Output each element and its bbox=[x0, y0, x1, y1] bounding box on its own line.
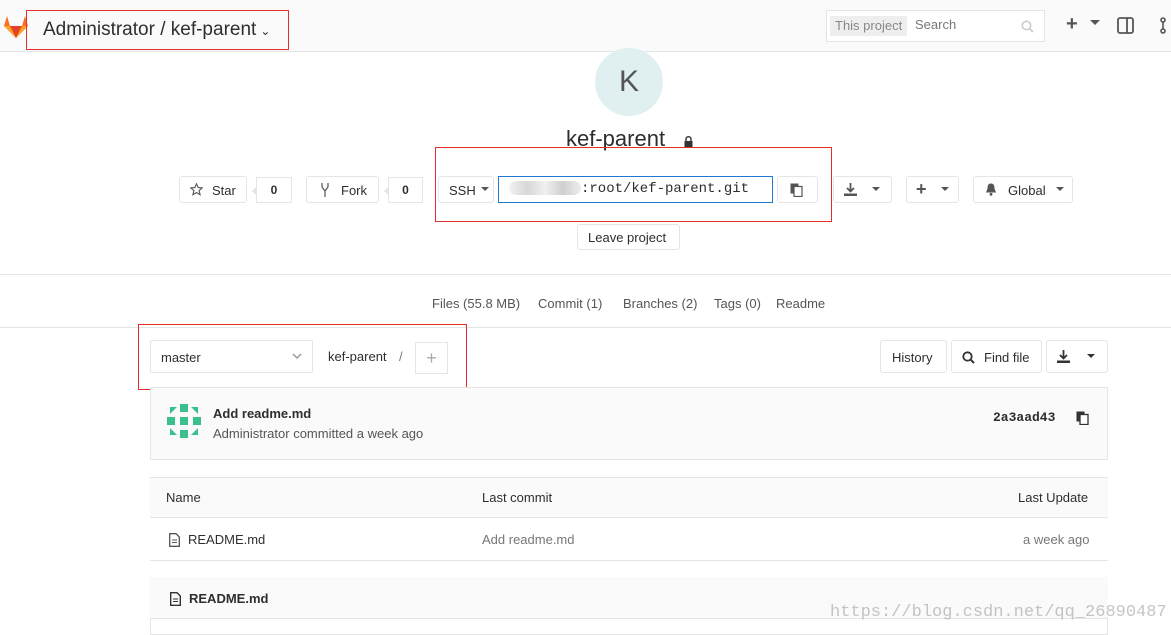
caret-down-icon bbox=[481, 187, 489, 191]
star-label: Star bbox=[212, 183, 236, 198]
column-header-last-commit: Last commit bbox=[482, 490, 553, 505]
file-name-link[interactable]: README.md bbox=[188, 532, 265, 547]
project-breadcrumb-title[interactable]: Administrator / kef-parent ⌄ bbox=[43, 19, 270, 41]
plus-icon: + bbox=[916, 179, 927, 199]
merge-request-icon[interactable] bbox=[1160, 17, 1171, 34]
file-icon bbox=[169, 533, 180, 547]
nav-readme[interactable]: Readme bbox=[776, 296, 825, 311]
breadcrumb-text: Administrator / kef-parent bbox=[43, 19, 257, 40]
nav-files[interactable]: Files (55.8 MB) bbox=[432, 296, 520, 311]
caret-down-icon bbox=[1056, 187, 1064, 191]
notification-dropdown[interactable]: Global bbox=[973, 176, 1073, 203]
watermark-text: https://blog.csdn.net/qq_26890487 bbox=[830, 603, 1167, 622]
protocol-dropdown[interactable]: SSH bbox=[438, 176, 494, 203]
divider bbox=[0, 274, 1171, 275]
star-count[interactable]: 0 bbox=[252, 177, 292, 203]
clone-url-input[interactable]: :root/kef-parent.git bbox=[498, 176, 773, 203]
clipboard-icon bbox=[790, 183, 803, 197]
search-scope-badge: This project bbox=[830, 16, 908, 36]
fork-count[interactable]: 0 bbox=[384, 177, 423, 203]
history-button[interactable]: History bbox=[880, 340, 947, 373]
protocol-label: SSH bbox=[449, 183, 476, 198]
file-last-update: a week ago bbox=[1023, 532, 1090, 547]
clipboard-icon[interactable] bbox=[1076, 411, 1089, 425]
new-item-dropdown[interactable]: + bbox=[906, 176, 959, 203]
column-header-name: Name bbox=[166, 490, 201, 505]
plus-icon: + bbox=[426, 348, 437, 368]
download-dropdown[interactable] bbox=[1046, 340, 1108, 373]
copy-url-button[interactable] bbox=[777, 176, 818, 203]
top-navbar: Administrator / kef-parent ⌄ This project… bbox=[0, 0, 1171, 52]
new-item-plus-icon[interactable]: + bbox=[1066, 13, 1078, 36]
search-icon bbox=[1021, 20, 1034, 33]
search-box[interactable]: This project Search bbox=[826, 10, 1045, 42]
star-button[interactable]: Star bbox=[179, 176, 247, 203]
caret-down-icon[interactable] bbox=[1090, 20, 1100, 25]
download-dropdown[interactable] bbox=[833, 176, 892, 203]
file-table-header bbox=[150, 477, 1108, 518]
chevron-down-icon: ⌄ bbox=[260, 24, 271, 38]
caret-down-icon bbox=[1087, 354, 1095, 358]
readme-title[interactable]: README.md bbox=[189, 591, 268, 606]
highlight-box-title: Administrator / kef-parent ⌄ bbox=[26, 10, 289, 50]
nav-tags[interactable]: Tags (0) bbox=[714, 296, 761, 311]
clone-url-path: :root/kef-parent.git bbox=[581, 181, 750, 197]
find-file-button[interactable]: Find file bbox=[951, 340, 1042, 373]
table-row bbox=[150, 518, 1108, 561]
branch-select[interactable]: master bbox=[150, 340, 313, 373]
lock-icon bbox=[684, 136, 693, 147]
download-icon bbox=[844, 183, 857, 196]
author-identicon-icon[interactable] bbox=[167, 404, 201, 438]
sidebar-toggle-icon[interactable] bbox=[1117, 17, 1134, 34]
search-icon bbox=[962, 351, 975, 364]
fork-button[interactable]: Fork bbox=[306, 176, 379, 203]
leave-project-button[interactable]: Leave project bbox=[577, 224, 680, 250]
last-commit-panel bbox=[150, 387, 1108, 460]
find-file-label: Find file bbox=[984, 350, 1030, 365]
fork-label: Fork bbox=[341, 183, 367, 198]
nav-branches[interactable]: Branches (2) bbox=[623, 296, 697, 311]
branch-name: master bbox=[161, 350, 201, 365]
column-header-last-update: Last Update bbox=[1018, 490, 1089, 505]
history-label: History bbox=[892, 350, 933, 365]
notification-level: Global bbox=[1008, 183, 1046, 198]
redacted-host bbox=[509, 181, 581, 196]
add-file-button[interactable]: + bbox=[415, 342, 448, 374]
path-separator: / bbox=[399, 349, 403, 364]
leave-project-label: Leave project bbox=[588, 230, 667, 245]
nav-commit[interactable]: Commit (1) bbox=[538, 296, 602, 311]
caret-down-icon bbox=[941, 187, 949, 191]
star-icon bbox=[190, 183, 203, 196]
chevron-down-icon bbox=[292, 353, 302, 360]
bell-icon bbox=[986, 183, 996, 196]
file-icon bbox=[170, 592, 181, 606]
project-avatar: K bbox=[595, 48, 663, 116]
caret-down-icon bbox=[872, 187, 880, 191]
commit-author-line: Administrator committed a week ago bbox=[213, 426, 424, 441]
commit-title[interactable]: Add readme.md bbox=[213, 406, 311, 421]
download-icon bbox=[1057, 350, 1070, 363]
file-last-commit-link[interactable]: Add readme.md bbox=[482, 532, 575, 547]
commit-sha[interactable]: 2a3aad43 bbox=[993, 410, 1055, 425]
fork-icon bbox=[321, 183, 329, 197]
path-breadcrumb[interactable]: kef-parent bbox=[328, 349, 387, 364]
search-input[interactable]: Search bbox=[915, 17, 956, 32]
